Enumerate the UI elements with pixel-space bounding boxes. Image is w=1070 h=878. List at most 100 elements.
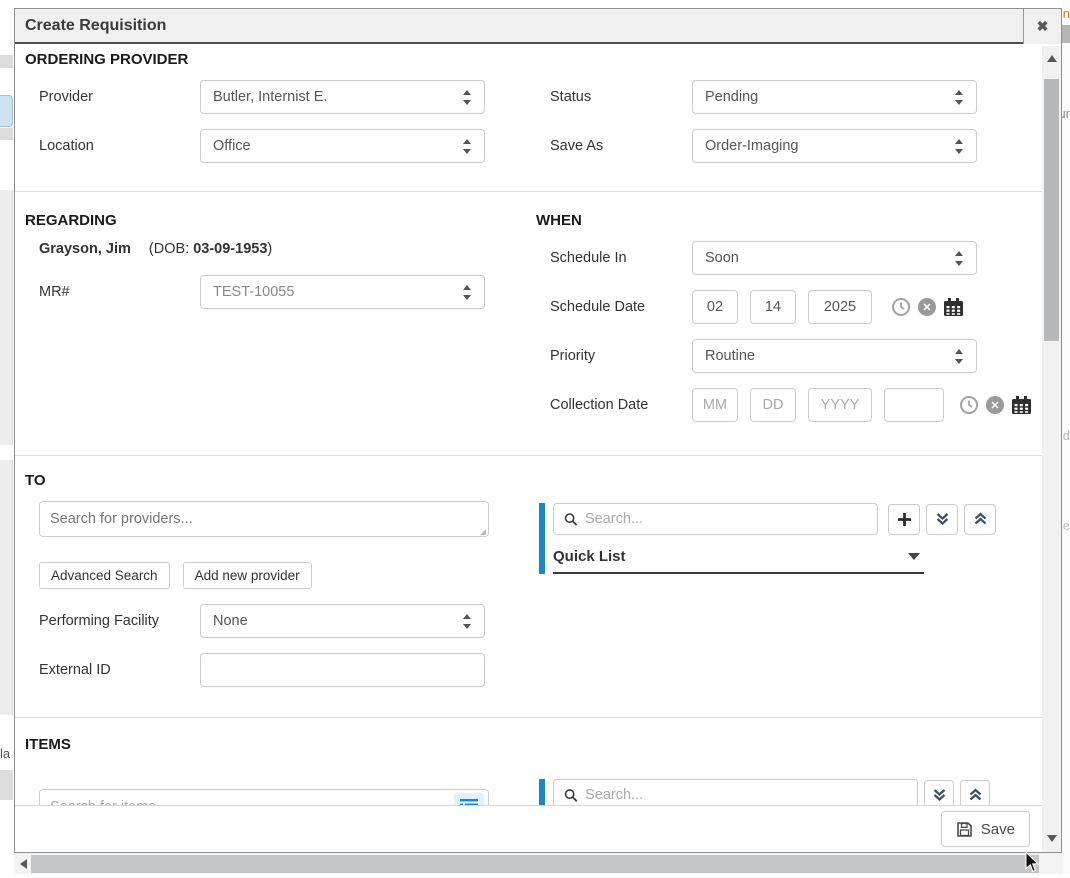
save-as-select[interactable]: Order-Imaging [692, 129, 977, 163]
provider-select[interactable]: Butler, Internist E. [200, 80, 485, 114]
schedule-date-row: Schedule Date ✕ [536, 290, 1042, 324]
section-ordering-provider: ORDERING PROVIDER Provider Butler, Inter… [15, 46, 1042, 191]
calendar-icon[interactable] [1011, 395, 1032, 415]
background-fragment [0, 95, 13, 127]
schedule-year-input[interactable] [808, 290, 872, 324]
schedule-date-label: Schedule Date [550, 299, 692, 315]
background-fragment [0, 55, 13, 68]
provider-search-textarea[interactable] [39, 501, 489, 537]
background-fragment: d [1063, 428, 1070, 443]
location-select[interactable]: Office [200, 129, 485, 163]
items-title: ITEMS [25, 736, 1042, 753]
schedule-month-input[interactable] [692, 290, 738, 324]
to-title: TO [25, 472, 1042, 489]
provider-panel-search-input[interactable] [585, 511, 867, 527]
performing-facility-select-value: None [213, 613, 248, 629]
caret-down-icon [908, 553, 920, 560]
collection-day-input[interactable] [750, 388, 796, 422]
mr-select-value: TEST-10055 [213, 284, 294, 300]
chevron-double-up-icon [973, 512, 988, 526]
dob-suffix: ) [267, 241, 272, 257]
performing-facility-label: Performing Facility [39, 613, 200, 629]
priority-select[interactable]: Routine [692, 339, 977, 373]
external-id-input[interactable] [200, 653, 485, 687]
search-icon [564, 788, 578, 803]
horizontal-scrollbar[interactable] [14, 853, 1062, 874]
provider-label: Provider [39, 89, 200, 105]
item-search-wrap [39, 789, 489, 805]
items-quick-panel [539, 779, 1042, 805]
dob-prefix: (DOB: [149, 241, 189, 257]
modal-footer: Save [15, 805, 1042, 852]
scroll-up-arrow[interactable] [1042, 50, 1061, 66]
mr-label: MR# [39, 284, 200, 300]
items-panel-search[interactable] [553, 779, 918, 805]
save-button[interactable]: Save [941, 811, 1030, 847]
plus-icon [897, 512, 912, 527]
priority-select-value: Routine [705, 348, 755, 364]
search-icon [564, 512, 578, 527]
add-new-provider-button[interactable]: Add new provider [183, 562, 312, 589]
caret-updown-icon [954, 349, 964, 364]
clear-date-icon[interactable]: ✕ [986, 396, 1004, 414]
items-panel-search-input[interactable] [585, 787, 907, 803]
background-fragment: n [1063, 6, 1070, 21]
collapse-all-button[interactable] [960, 780, 990, 806]
create-requisition-modal: Create Requisition ✖ ORDERING PROVIDER P… [14, 8, 1062, 853]
provider-select-value: Butler, Internist E. [213, 89, 327, 105]
add-provider-to-list-button[interactable] [888, 504, 920, 535]
caret-updown-icon [462, 90, 472, 105]
section-regarding-when: REGARDING Grayson, Jim (DOB: 03-09-1953)… [15, 191, 1042, 455]
caret-updown-icon [462, 614, 472, 629]
collection-time-input[interactable] [884, 388, 944, 422]
when-title: WHEN [536, 212, 1042, 229]
collection-date-label: Collection Date [550, 397, 692, 413]
provider-row: Provider Butler, Internist E. [25, 80, 536, 114]
horizontal-scrollbar-thumb[interactable] [31, 855, 1039, 873]
collection-date-row: Collection Date ✕ [536, 388, 1042, 422]
save-icon [956, 821, 973, 838]
clear-date-icon[interactable]: ✕ [918, 298, 936, 316]
status-label: Status [550, 89, 692, 105]
caret-updown-icon [954, 90, 964, 105]
clock-icon[interactable] [891, 297, 911, 317]
mr-select[interactable]: TEST-10055 [200, 275, 485, 309]
item-search-input[interactable] [39, 789, 489, 805]
vertical-scrollbar-thumb[interactable] [1044, 79, 1059, 341]
collection-month-input[interactable] [692, 388, 738, 422]
patient-name: Grayson, Jim [39, 241, 131, 257]
expand-all-button[interactable] [924, 780, 954, 806]
provider-panel-search[interactable] [553, 503, 878, 535]
item-browse-button[interactable] [454, 793, 484, 805]
calendar-icon[interactable] [943, 297, 964, 317]
background-fragment [0, 128, 13, 140]
scroll-down-arrow[interactable] [1042, 830, 1061, 846]
location-label: Location [39, 138, 200, 154]
modal-title: Create Requisition [15, 17, 166, 35]
location-row: Location Office [25, 129, 536, 163]
background-fragment [0, 460, 13, 715]
expand-all-button[interactable] [926, 504, 958, 535]
external-id-label: External ID [39, 662, 200, 678]
vertical-scrollbar[interactable] [1042, 46, 1061, 852]
close-button[interactable]: ✖ [1023, 9, 1061, 44]
scroll-left-arrow[interactable] [16, 856, 30, 872]
quick-list-header[interactable]: Quick List [553, 545, 924, 574]
regarding-title: REGARDING [25, 212, 536, 229]
provider-search-wrap: ◢ [39, 501, 489, 542]
caret-updown-icon [954, 139, 964, 154]
triangle-left-icon [20, 859, 27, 869]
schedule-in-select[interactable]: Soon [692, 241, 977, 275]
resize-handle-icon[interactable]: ◢ [480, 527, 486, 536]
collection-year-input[interactable] [808, 388, 872, 422]
caret-updown-icon [462, 139, 472, 154]
collapse-all-button[interactable] [964, 504, 996, 535]
status-select[interactable]: Pending [692, 80, 977, 114]
clock-icon[interactable] [959, 395, 979, 415]
priority-label: Priority [550, 348, 692, 364]
background-fragment: la [0, 746, 10, 761]
advanced-search-button[interactable]: Advanced Search [39, 562, 170, 589]
schedule-day-input[interactable] [750, 290, 796, 324]
status-row: Status Pending [536, 80, 1042, 114]
performing-facility-select[interactable]: None [200, 604, 485, 638]
